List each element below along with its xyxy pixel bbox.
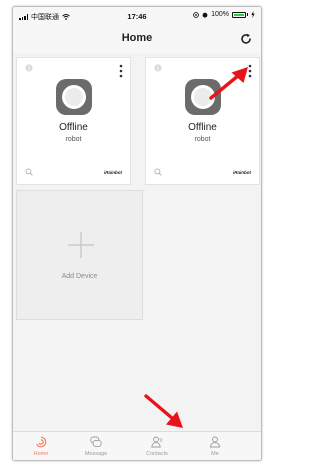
status-right: 100% bbox=[193, 11, 255, 18]
plus-icon bbox=[68, 232, 94, 258]
nav-bar: Home bbox=[13, 25, 261, 53]
tab-label: Home bbox=[33, 451, 49, 457]
tab-label: Contacts bbox=[146, 451, 168, 457]
info-icon[interactable] bbox=[154, 64, 162, 72]
alarm-icon bbox=[202, 12, 208, 18]
tab-me[interactable]: Me bbox=[190, 436, 240, 457]
page-title: Home bbox=[121, 32, 153, 44]
home-icon bbox=[36, 436, 47, 448]
robot-vacuum-icon bbox=[56, 79, 92, 115]
search-icon[interactable] bbox=[154, 168, 162, 176]
annotation-arrow bbox=[209, 67, 248, 100]
device-name: robot bbox=[194, 136, 211, 143]
tab-label: Me bbox=[211, 451, 219, 457]
add-device-label: Add Device bbox=[61, 273, 98, 280]
more-options-icon[interactable] bbox=[119, 64, 123, 78]
annotation-arrow bbox=[144, 394, 183, 428]
tab-home[interactable]: Home bbox=[16, 436, 66, 457]
location-icon bbox=[193, 11, 199, 18]
battery-percent: 100% bbox=[211, 11, 229, 18]
device-name: robot bbox=[65, 136, 82, 143]
charging-icon bbox=[251, 11, 255, 18]
battery-tip bbox=[247, 13, 248, 16]
device-card[interactable]: Offline robot iRainbot bbox=[16, 57, 131, 185]
brand-logo: iRainbot bbox=[233, 170, 251, 175]
status-bar: 中国联通 17:46 100% bbox=[13, 7, 261, 25]
tab-bar: Home Message Contacts Me bbox=[13, 431, 261, 460]
contacts-icon bbox=[151, 436, 163, 448]
search-icon[interactable] bbox=[25, 168, 33, 176]
battery-icon bbox=[232, 11, 246, 18]
tab-message[interactable]: Message bbox=[71, 436, 121, 457]
device-status: Offline bbox=[59, 122, 88, 133]
add-device-button[interactable]: Add Device bbox=[16, 190, 143, 320]
tab-contacts[interactable]: Contacts bbox=[132, 436, 182, 457]
person-icon bbox=[209, 436, 221, 448]
info-icon[interactable] bbox=[25, 64, 33, 72]
brand-logo: iRainbot bbox=[104, 170, 122, 175]
phone-screen: 中国联通 17:46 100% Home Offline robot iRain… bbox=[12, 6, 262, 461]
refresh-icon[interactable] bbox=[239, 32, 253, 46]
message-icon bbox=[90, 436, 102, 447]
device-status: Offline bbox=[188, 122, 217, 133]
tab-label: Message bbox=[84, 451, 108, 457]
